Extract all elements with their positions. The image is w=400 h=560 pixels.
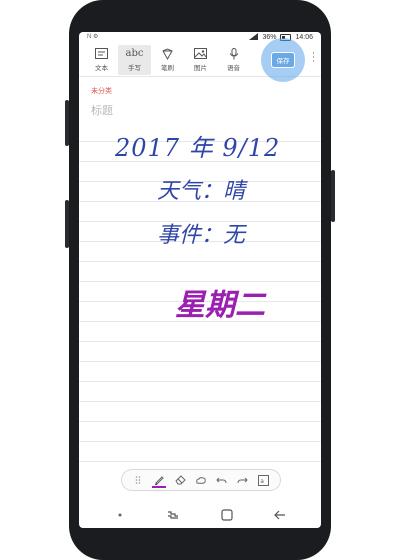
tool-text[interactable]: 文本 xyxy=(85,45,118,75)
tool-brush[interactable]: 笔刷 xyxy=(151,45,184,75)
menu-dot-icon[interactable] xyxy=(110,507,130,523)
power-button xyxy=(331,170,335,222)
abc-handwriting-icon: abc xyxy=(125,47,144,59)
pen-icon[interactable] xyxy=(152,472,167,488)
bixby-button xyxy=(65,200,69,248)
back-icon[interactable] xyxy=(270,507,290,523)
handwriting-event: 事件：无 xyxy=(157,223,246,248)
save-button[interactable]: 保存 xyxy=(271,52,295,68)
svg-text:a: a xyxy=(260,478,264,485)
tool-handwriting[interactable]: abc 手写 xyxy=(118,44,151,75)
tool-label: 图片 xyxy=(194,64,207,72)
stage: N ⚙ 36% 14:06 文本 abc 手写 笔刷 图片 语音 保存 · · … xyxy=(0,0,400,560)
microphone-icon xyxy=(229,47,239,60)
navigation-bar xyxy=(79,502,321,528)
tool-label: 手写 xyxy=(128,64,141,72)
editor-toolbar: 文本 abc 手写 笔刷 图片 语音 保存 · · · xyxy=(79,38,321,82)
pen-toolbar: a xyxy=(121,469,281,491)
recent-apps-icon[interactable] xyxy=(163,507,183,523)
brush-icon xyxy=(161,47,174,60)
category-label[interactable]: 未分类 xyxy=(91,86,112,96)
signal-icon xyxy=(249,33,259,42)
lasso-icon[interactable] xyxy=(194,473,208,487)
screen: N ⚙ 36% 14:06 文本 abc 手写 笔刷 图片 语音 保存 · · … xyxy=(79,32,321,528)
drag-handle-icon[interactable] xyxy=(131,473,145,487)
redo-icon[interactable] xyxy=(236,473,250,487)
title-field[interactable]: 标题 xyxy=(91,102,113,118)
save-highlight: 保存 xyxy=(261,38,305,82)
handwriting-weather: 天气：晴 xyxy=(157,179,246,204)
eraser-icon[interactable] xyxy=(173,473,187,487)
tool-voice[interactable]: 语音 xyxy=(217,45,250,75)
tool-label: 语音 xyxy=(227,64,240,72)
handwriting-date: 2017 年 9/12 xyxy=(115,134,281,162)
convert-text-icon[interactable]: a xyxy=(256,473,270,487)
notification-icons: N ⚙ xyxy=(87,34,99,40)
image-icon xyxy=(194,48,207,60)
handwriting-day: 星期二 xyxy=(175,288,265,323)
tool-label: 笔刷 xyxy=(161,64,174,72)
tool-image[interactable]: 图片 xyxy=(184,45,217,75)
undo-icon[interactable] xyxy=(215,473,229,487)
more-options-icon[interactable]: · · · xyxy=(312,50,315,67)
clock: 14:06 xyxy=(295,34,313,41)
tool-label: 文本 xyxy=(95,64,108,72)
text-box-icon xyxy=(95,48,108,60)
home-icon[interactable] xyxy=(217,507,237,523)
phone-frame: N ⚙ 36% 14:06 文本 abc 手写 笔刷 图片 语音 保存 · · … xyxy=(65,0,335,560)
volume-button xyxy=(65,100,69,146)
